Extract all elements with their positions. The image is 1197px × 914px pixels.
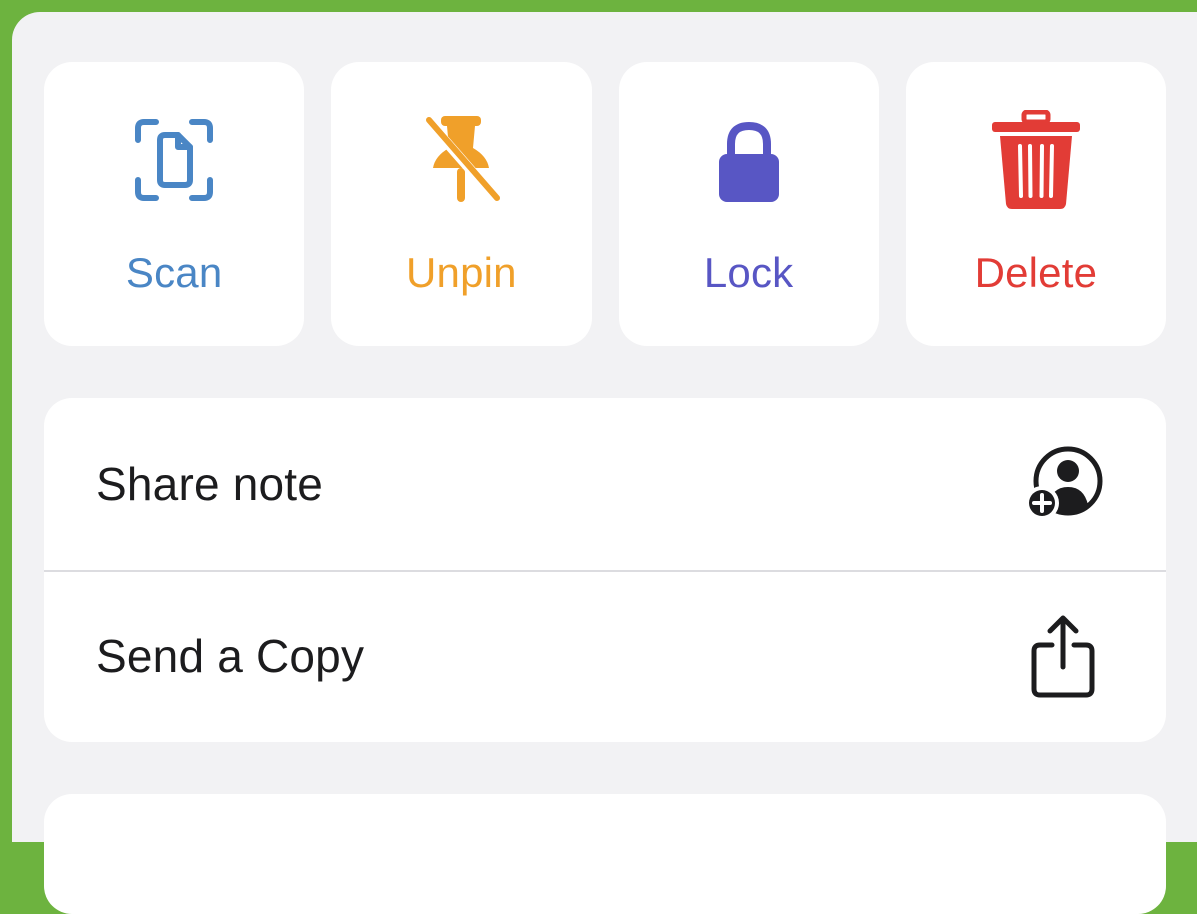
lock-label: Lock [703, 249, 794, 296]
action-sheet: Scan Unpin Lock Delete Share note Send a… [12, 12, 1197, 914]
unpin-button[interactable]: Unpin [331, 62, 592, 346]
next-options-group [44, 794, 1166, 914]
delete-label: Delete [974, 249, 1098, 296]
share-note-row[interactable]: Share note [44, 398, 1166, 570]
pin-slash-icon [411, 110, 511, 210]
lock-button[interactable]: Lock [618, 62, 879, 346]
send-copy-row[interactable]: Send a Copy [44, 570, 1166, 742]
send-copy-label: Send a Copy [96, 630, 365, 682]
unpin-label: Unpin [406, 249, 517, 296]
quick-actions-row: Scan Unpin Lock Delete [44, 62, 1166, 346]
share-options-group: Share note Send a Copy [44, 398, 1166, 742]
trash-icon [986, 110, 1086, 210]
share-note-label: Share note [96, 458, 324, 510]
share-icon [1018, 611, 1108, 701]
scan-document-icon [124, 110, 224, 210]
scan-button[interactable]: Scan [44, 62, 305, 346]
lock-icon [699, 110, 799, 210]
add-person-icon [1018, 439, 1108, 529]
delete-button[interactable]: Delete [905, 62, 1166, 346]
scan-label: Scan [125, 249, 223, 296]
